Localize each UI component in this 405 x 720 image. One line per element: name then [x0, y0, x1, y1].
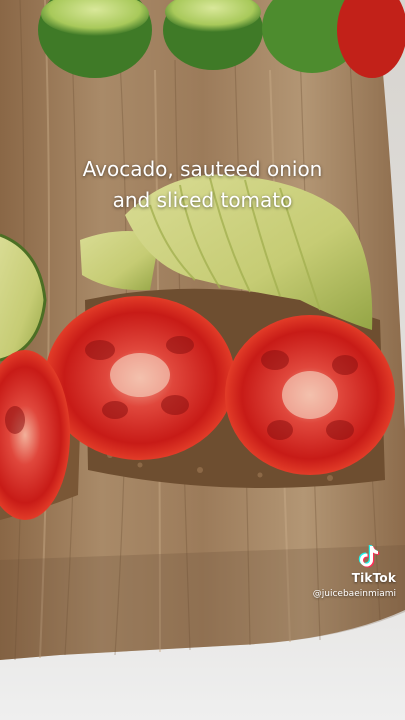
- tiktok-brand-label: TikTok: [351, 571, 396, 585]
- tiktok-watermark: TikTok @juicebaeinmiami: [312, 544, 396, 599]
- limes: [38, 0, 405, 78]
- food-photo: [0, 0, 405, 661]
- creator-handle: @juicebaeinmiami: [312, 589, 396, 599]
- tiktok-logo-icon: [358, 545, 380, 568]
- video-frame: Avocado, sauteed onion and sliced tomato…: [0, 0, 405, 720]
